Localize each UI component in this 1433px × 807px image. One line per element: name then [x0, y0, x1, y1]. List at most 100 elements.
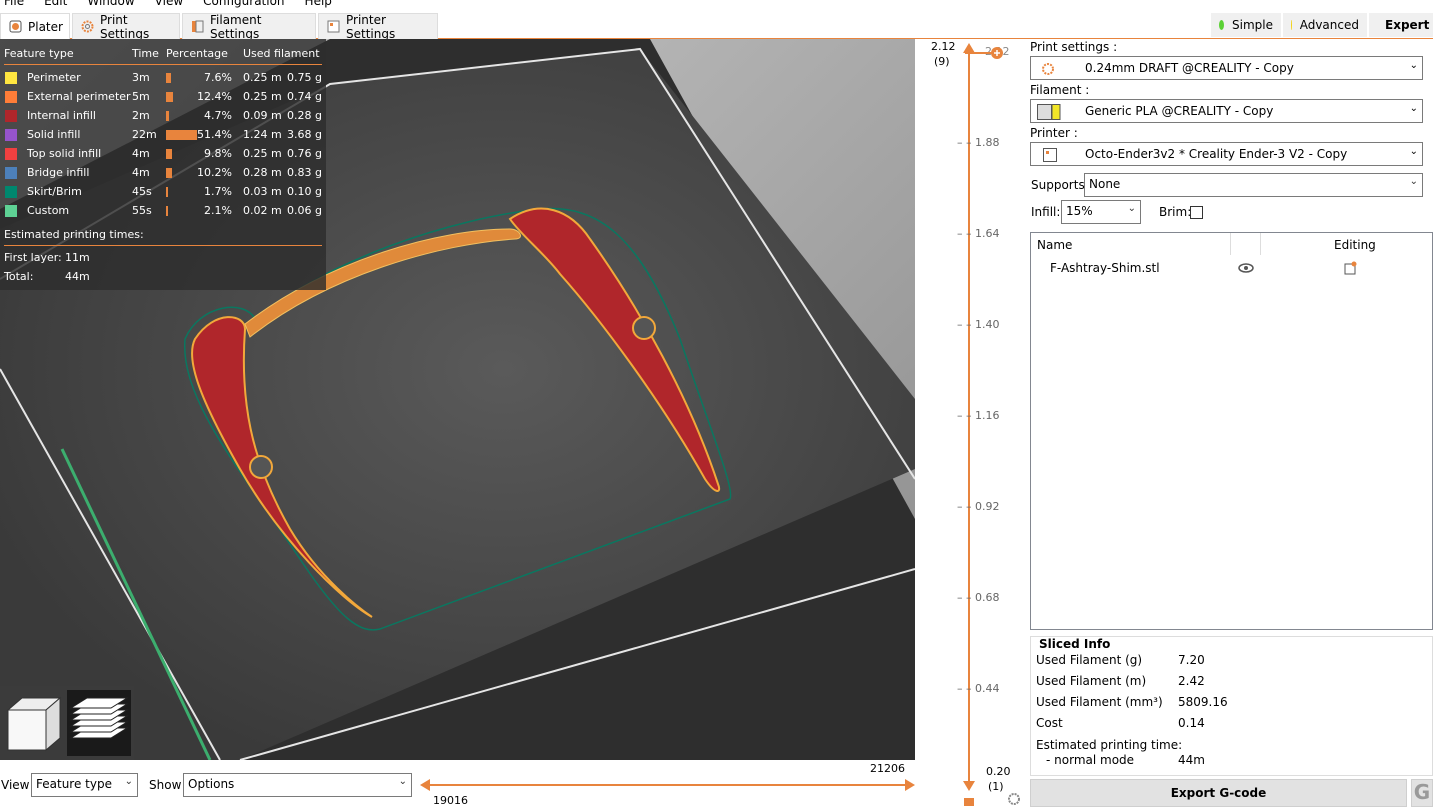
legend-time: 22m	[132, 128, 157, 141]
legend-row[interactable]: Bridge infill 4m 10.2% 0.28 m 0.83 g	[0, 163, 326, 182]
tab-filament-settings-label: Filament Settings	[210, 12, 262, 41]
filament-value: Generic PLA @CREALITY - Copy	[1085, 104, 1274, 118]
legend-time: 4m	[132, 147, 150, 160]
legend-used-m: 0.09 m	[243, 109, 282, 122]
feature-legend: Feature type Time Percentage Used filame…	[0, 39, 326, 290]
col-name-header: Name	[1037, 238, 1073, 252]
menu-configuration[interactable]: Configuration	[203, 0, 284, 8]
3d-view-button[interactable]	[4, 692, 62, 754]
legend-percentage-bar	[166, 149, 172, 159]
first-layer-value: 11m	[65, 251, 90, 264]
menu-edit[interactable]: Edit	[44, 0, 67, 8]
eye-icon[interactable]	[1238, 262, 1254, 274]
tab-filament-settings[interactable]: Filament Settings	[182, 12, 316, 41]
legend-swatch	[5, 186, 17, 198]
edit-icon[interactable]	[1344, 261, 1358, 275]
filament-select[interactable]: Generic PLA @CREALITY - Copy ⌄	[1030, 99, 1423, 123]
legend-row[interactable]: Custom 55s 2.1% 0.02 m 0.06 g	[0, 201, 326, 220]
view-type-select[interactable]: Feature type ⌄	[31, 773, 138, 797]
object-row[interactable]: F-Ashtray-Shim.stl	[1031, 257, 1432, 279]
menu-file[interactable]: File	[4, 0, 24, 8]
legend-swatch	[5, 148, 17, 160]
sidebar-panel: Print settings : 0.24mm DRAFT @CREALITY …	[1030, 39, 1433, 807]
view-label: View	[1, 778, 30, 792]
legend-percentage-bar	[166, 111, 169, 121]
legend-separator-2	[4, 245, 322, 246]
legend-used-g: 0.06 g	[287, 204, 322, 217]
legend-row[interactable]: Skirt/Brim 45s 1.7% 0.03 m 0.10 g	[0, 182, 326, 201]
legend-row[interactable]: Internal infill 2m 4.7% 0.09 m 0.28 g	[0, 106, 326, 125]
infill-select[interactable]: 15% ⌄	[1061, 200, 1141, 224]
preview-layers-button[interactable]	[67, 690, 131, 756]
export-gcode-button[interactable]: Export G-code	[1030, 779, 1407, 807]
sliced-info-label: Used Filament (g)	[1036, 653, 1143, 667]
legend-percentage-bar	[166, 130, 197, 140]
menu-help[interactable]: Help	[305, 0, 332, 8]
legend-percentage: 4.7%	[204, 109, 232, 122]
legend-percentage-bar	[166, 187, 168, 197]
total-label: Total:	[4, 270, 34, 283]
legend-used-g: 0.28 g	[287, 109, 322, 122]
sliced-info-value: 2.42	[1178, 674, 1205, 688]
legend-separator	[4, 64, 322, 65]
layer-tick-label: – – 0.68	[957, 591, 1000, 604]
legend-percentage: 10.2%	[197, 166, 232, 179]
legend-swatch	[5, 110, 17, 122]
menu-window[interactable]: Window	[87, 0, 134, 8]
mode-expert-button[interactable]: Expert	[1369, 13, 1433, 37]
printer-select[interactable]: Octo-Ender3v2 * Creality Ender-3 V2 - Co…	[1030, 142, 1423, 166]
legend-swatch	[5, 91, 17, 103]
tab-bar: Plater Print Settings Filament Settings …	[0, 11, 1433, 41]
tab-printer-settings[interactable]: Printer Settings	[318, 12, 438, 41]
legend-percentage: 12.4%	[197, 90, 232, 103]
legend-used-g: 0.76 g	[287, 147, 322, 160]
legend-row[interactable]: External perimeter 5m 12.4% 0.25 m 0.74 g	[0, 87, 326, 106]
mode-simple-button[interactable]: Simple	[1211, 13, 1281, 37]
send-gcode-icon[interactable]: G	[1411, 779, 1433, 807]
menu-view[interactable]: View	[155, 0, 183, 8]
printer-value: Octo-Ender3v2 * Creality Ender-3 V2 - Co…	[1085, 147, 1348, 161]
tab-printer-settings-label: Printer Settings	[346, 12, 396, 41]
sliced-info-label: Used Filament (m)	[1036, 674, 1147, 688]
part-hole-left	[249, 455, 273, 479]
supports-select[interactable]: None ⌄	[1084, 173, 1423, 197]
vslider-bottom-thumb[interactable]	[963, 781, 975, 791]
layers-icon	[69, 697, 129, 739]
cog-icon	[1042, 63, 1054, 75]
hslider-max-value: 21206	[870, 762, 905, 775]
mode-advanced-button[interactable]: Advanced	[1283, 13, 1367, 37]
brim-checkbox[interactable]	[1190, 206, 1203, 219]
est-time-label: Estimated printing time:	[1036, 738, 1183, 752]
mode-expert-label: Expert	[1385, 18, 1430, 32]
legend-row[interactable]: Perimeter 3m 7.6% 0.25 m 0.75 g	[0, 68, 326, 87]
printer-icon	[1043, 148, 1057, 162]
legend-row[interactable]: Top solid infill 4m 9.8% 0.25 m 0.76 g	[0, 144, 326, 163]
layer-tick-label: – – 0.92	[957, 500, 1000, 513]
advanced-dot-icon	[1291, 20, 1292, 30]
legend-percentage-bar	[166, 73, 171, 83]
cog-icon	[81, 20, 94, 33]
hslider-right-thumb[interactable]	[905, 779, 915, 791]
unlock-icon[interactable]	[964, 798, 974, 806]
legend-feature-name: Bridge infill	[27, 166, 90, 179]
print-settings-select[interactable]: 0.24mm DRAFT @CREALITY - Copy ⌄	[1030, 56, 1423, 80]
legend-time: 2m	[132, 109, 150, 122]
filament-color-icon	[1037, 104, 1061, 120]
cog-icon[interactable]	[1008, 793, 1020, 805]
legend-row[interactable]: Solid infill 22m 51.4% 1.24 m 3.68 g	[0, 125, 326, 144]
legend-used-m: 0.28 m	[243, 166, 282, 179]
hslider-left-thumb[interactable]	[420, 779, 430, 791]
horizontal-slider[interactable]	[420, 776, 915, 794]
printer-icon	[327, 20, 340, 33]
show-options-select[interactable]: Options ⌄	[183, 773, 412, 797]
legend-header-time: Time	[132, 47, 159, 60]
legend-feature-name: Solid infill	[27, 128, 81, 141]
tab-print-settings[interactable]: Print Settings	[72, 13, 180, 41]
vslider-top-thumb[interactable]	[963, 43, 975, 53]
sliced-info-label: Used Filament (mm³)	[1036, 695, 1163, 709]
layer-bottom-index: (1)	[988, 780, 1004, 793]
legend-percentage-bar	[166, 92, 173, 102]
view-type-value: Feature type	[36, 777, 112, 791]
tab-plater[interactable]: Plater	[0, 13, 70, 39]
sliced-info-label: Cost	[1036, 716, 1063, 730]
